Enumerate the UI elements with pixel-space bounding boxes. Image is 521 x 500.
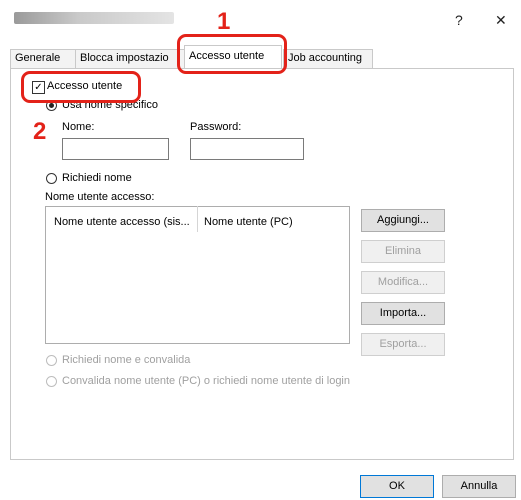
- password-label: Password:: [190, 121, 242, 133]
- edit-button[interactable]: Modifica...: [361, 271, 445, 294]
- window-title-blurred: [14, 12, 174, 24]
- radio-validate-pc[interactable]: [46, 376, 57, 387]
- radio-request-name[interactable]: [46, 173, 57, 184]
- dialog-window: ? ✕ 1 Generale Blocca impostazio Accesso…: [0, 0, 521, 500]
- radio-request-validate[interactable]: [46, 355, 57, 366]
- access-checkbox[interactable]: ✓: [32, 81, 45, 94]
- tab-blocca-impostazioni[interactable]: Blocca impostazio: [75, 49, 185, 68]
- name-label: Nome:: [62, 121, 95, 133]
- name-input[interactable]: [62, 138, 169, 160]
- radio-specific-name-label: Usa nome specifico: [62, 99, 158, 111]
- column-divider[interactable]: [197, 206, 198, 232]
- radio-request-validate-label: Richiedi nome e convalida: [62, 354, 191, 366]
- column-header-login-name[interactable]: Nome utente accesso (sis...: [54, 216, 190, 228]
- cancel-button[interactable]: Annulla: [442, 475, 516, 498]
- delete-button[interactable]: Elimina: [361, 240, 445, 263]
- radio-validate-pc-label: Convalida nome utente (PC) o richiedi no…: [62, 375, 350, 387]
- add-button[interactable]: Aggiungi...: [361, 209, 445, 232]
- callout-number-1: 1: [217, 8, 231, 35]
- login-user-list-label: Nome utente accesso:: [45, 191, 155, 203]
- export-button[interactable]: Esporta...: [361, 333, 445, 356]
- radio-specific-name[interactable]: [46, 100, 57, 111]
- tab-job-accounting[interactable]: Job accounting: [283, 49, 373, 68]
- column-header-pc-name[interactable]: Nome utente (PC): [204, 216, 293, 228]
- tab-accesso-utente[interactable]: Accesso utente: [184, 45, 282, 68]
- help-button[interactable]: ?: [455, 12, 463, 28]
- callout-number-2: 2: [33, 118, 47, 145]
- ok-button[interactable]: OK: [360, 475, 434, 498]
- radio-request-name-label: Richiedi nome: [62, 172, 132, 184]
- password-input[interactable]: [190, 138, 304, 160]
- import-button[interactable]: Importa...: [361, 302, 445, 325]
- close-button[interactable]: ✕: [495, 12, 507, 29]
- access-checkbox-label: Accesso utente: [47, 80, 123, 92]
- tab-generale[interactable]: Generale: [10, 49, 84, 68]
